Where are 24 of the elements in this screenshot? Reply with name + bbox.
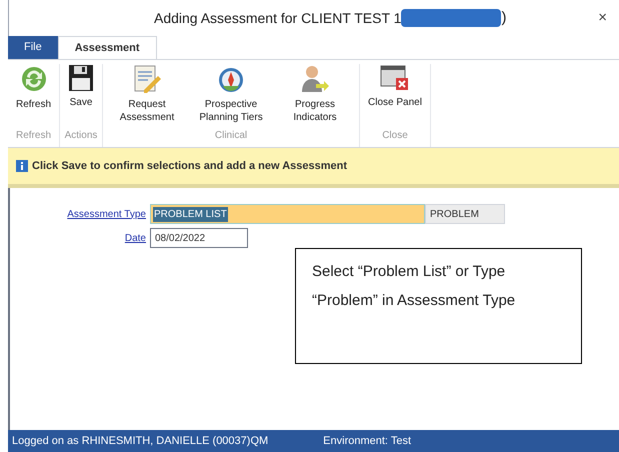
ribbon-button[interactable]: Request Assessment bbox=[107, 64, 188, 128]
logged-on-user: Logged on as RHINESMITH, DANIELLE (00037)QM bbox=[12, 434, 268, 449]
close-button[interactable]: × bbox=[594, 6, 611, 30]
ribbon-button[interactable]: Progress Indicators bbox=[275, 64, 356, 128]
ribbon-button[interactable]: Save bbox=[64, 64, 98, 128]
field-label[interactable]: Date bbox=[10, 230, 150, 246]
ribbon-button[interactable]: Close Panel bbox=[364, 64, 426, 128]
ribbon-tab[interactable]: Assessment bbox=[58, 36, 157, 59]
ribbon-group-label: Refresh bbox=[16, 129, 52, 143]
window-title: Adding Assessment for CLIENT TEST 1 bbox=[154, 8, 402, 28]
ribbon-button[interactable]: Refresh bbox=[12, 64, 56, 128]
field-label[interactable]: Assessment Type bbox=[10, 206, 150, 222]
ribbon-group-label: Actions bbox=[64, 129, 98, 143]
date-field[interactable]: 08/02/2022 bbox=[150, 228, 248, 248]
environment-label: Environment: Test bbox=[323, 434, 412, 449]
code-field: PROBLEM bbox=[425, 204, 505, 224]
assessment-type-field[interactable]: PROBLEM LIST bbox=[150, 204, 425, 224]
callout-box: Select “Problem List” or Type “Problem” in Assessment Type bbox=[295, 248, 582, 364]
file-tab[interactable]: File bbox=[8, 36, 58, 59]
window-title-suffix: ) bbox=[501, 8, 506, 28]
info-message: Click Save to confirm selections and add a new Assessment bbox=[32, 158, 348, 174]
ribbon-button[interactable]: Prospective Planning Tiers bbox=[191, 64, 272, 128]
ribbon-group-label: Clinical bbox=[214, 129, 248, 143]
ribbon-group-label: Close bbox=[382, 129, 408, 143]
